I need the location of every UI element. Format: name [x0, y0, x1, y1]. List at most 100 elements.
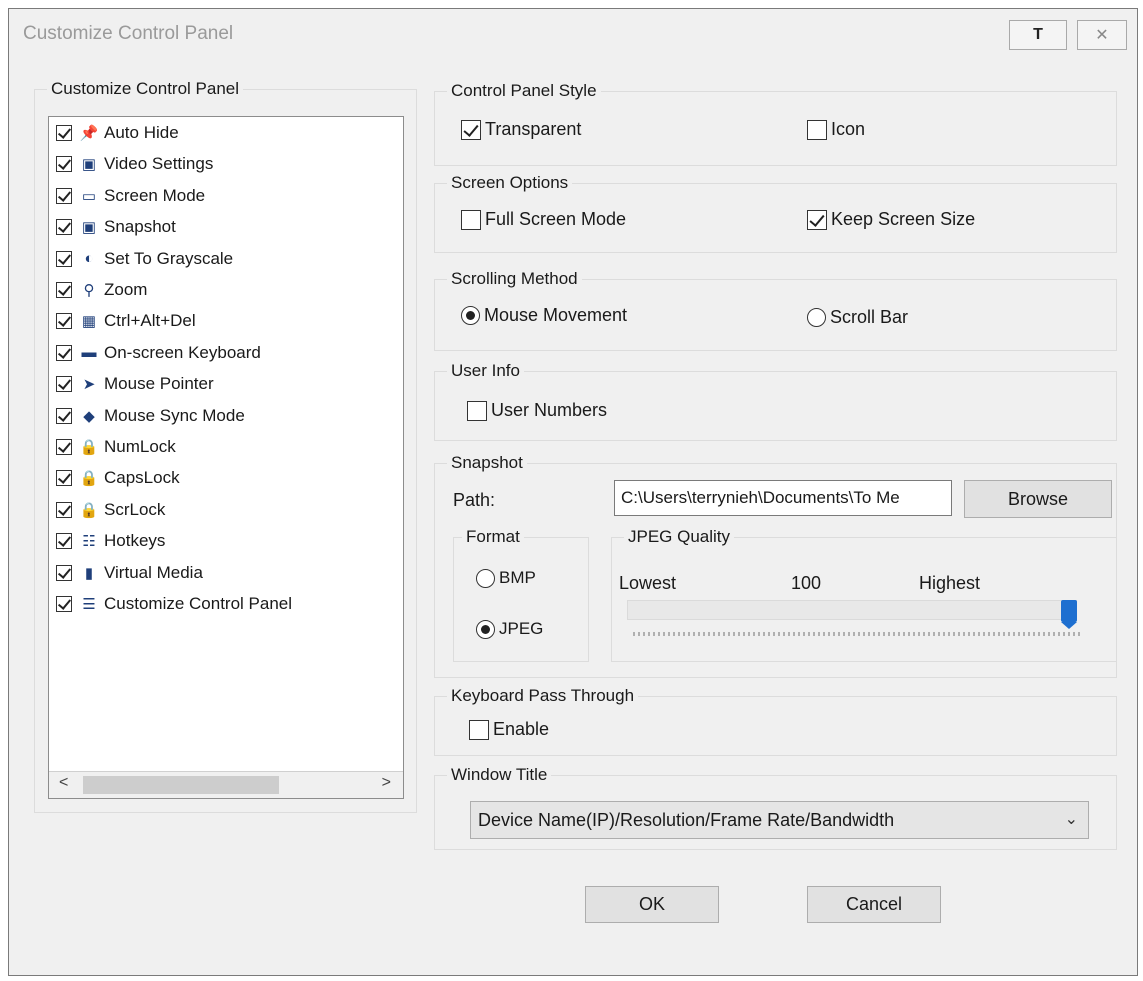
scroll-right-icon[interactable]: > — [382, 774, 391, 792]
mouse-movement-radio[interactable] — [461, 306, 480, 325]
video-settings-icon: ▣ — [81, 156, 97, 174]
list-item-label: Zoom — [104, 280, 148, 299]
path-label: Path: — [453, 490, 496, 510]
list-item-checkbox[interactable] — [56, 376, 72, 393]
list-item-checkbox[interactable] — [56, 156, 72, 173]
list-item-checkbox[interactable] — [56, 125, 72, 141]
usb-icon: ▮ — [84, 564, 94, 582]
list-item[interactable]: ▣ Snapshot — [56, 213, 176, 241]
icon-style-checkbox[interactable] — [807, 119, 827, 140]
fullscreen-option[interactable]: Full Screen Mode — [461, 209, 626, 230]
list-item-checkbox[interactable] — [56, 344, 72, 361]
customize-list[interactable]: ☰ Customize Control Panel ▮ Virtual Media ☷ H… — [48, 116, 404, 799]
sliders-icon: ☰ — [82, 596, 96, 613]
list-item-label: Video Settings — [104, 154, 214, 174]
bmp-option[interactable]: BMP — [476, 568, 536, 588]
browse-button[interactable]: Browse — [964, 480, 1112, 518]
scroll-bar-option[interactable]: Scroll Bar — [807, 307, 908, 328]
transparent-checkbox[interactable] — [461, 119, 481, 140]
list-item[interactable]: ➤ Mouse Pointer — [56, 370, 214, 398]
list-item[interactable]: ⚲ Zoom — [56, 276, 147, 304]
list-item[interactable]: 📌 Auto Hide — [56, 119, 179, 147]
list-item-checkbox[interactable] — [56, 219, 72, 236]
enable-checkbox[interactable] — [469, 719, 489, 740]
lock-icon: 🔒 — [79, 439, 99, 456]
list-item-label: NumLock — [104, 437, 176, 456]
pin-icon: 📌 — [79, 125, 99, 142]
scroll-bar-label: Scroll Bar — [830, 307, 909, 327]
slider-thumb[interactable] — [1061, 600, 1077, 629]
list-item-checkbox[interactable] — [56, 564, 72, 581]
list-item-checkbox[interactable] — [56, 250, 72, 267]
list-item[interactable]: 🔒 NumLock — [56, 433, 176, 461]
pin-button[interactable]: T — [1009, 20, 1067, 50]
keep-size-checkbox[interactable] — [807, 209, 827, 230]
transparent-label: Transparent — [485, 119, 582, 139]
user-numbers-checkbox[interactable] — [467, 400, 487, 421]
list-item[interactable]: 🔒 ScrLock — [56, 496, 165, 524]
window-title-select[interactable]: Device Name(IP)/Resolution/Frame Rate/Ba… — [470, 801, 1089, 839]
title-bar: Customize Control Panel T ✕ — [9, 9, 1137, 57]
jpeg-label: JPEG — [499, 619, 544, 638]
list-item-checkbox[interactable] — [56, 533, 72, 550]
list-item-checkbox[interactable] — [56, 470, 72, 487]
enable-option[interactable]: Enable — [469, 719, 549, 740]
list-item[interactable]: 🔒 CapsLock — [56, 464, 180, 492]
fullscreen-checkbox[interactable] — [461, 209, 481, 230]
scroll-bar-radio[interactable] — [807, 308, 826, 327]
list-item[interactable]: ▮ Virtual Media — [56, 559, 203, 587]
list-item-checkbox[interactable] — [56, 596, 72, 612]
list-item-label: ScrLock — [104, 499, 166, 519]
scrollbar-thumb[interactable] — [83, 776, 279, 794]
list-item[interactable]: ◐ Set To Grayscale — [56, 245, 233, 273]
list-item-label: On-screen Keyboard — [104, 342, 261, 362]
mouse-movement-option[interactable]: Mouse Movement — [461, 305, 627, 326]
format-group: Format — [453, 526, 589, 662]
close-icon[interactable]: ✕ — [1095, 25, 1108, 45]
icon-option[interactable]: Icon — [807, 119, 865, 140]
customize-group-label: Customize Control Panel — [47, 78, 244, 100]
list-item-label: Mouse Sync Mode — [104, 405, 245, 425]
user-numbers-option[interactable]: User Numbers — [467, 400, 607, 421]
keyboard-icon: ▬ — [81, 344, 97, 362]
window-title: Customize Control Panel — [23, 23, 234, 44]
keep-size-option[interactable]: Keep Screen Size — [807, 209, 975, 230]
keys-icon: ▦ — [81, 313, 97, 331]
format-group-label: Format — [462, 526, 524, 548]
list-item-checkbox[interactable] — [56, 313, 72, 330]
cancel-button[interactable]: Cancel — [807, 886, 941, 923]
list-item[interactable]: ☰ Customize Control Panel — [56, 590, 292, 618]
list-item[interactable]: ▬ On-screen Keyboard — [56, 339, 261, 367]
path-input[interactable]: C:\Users\terrynieh\Documents\To Me — [614, 480, 952, 516]
close-button[interactable]: ✕ — [1077, 20, 1127, 50]
screen-options-label: Screen Options — [447, 172, 573, 194]
list-item-label: Snapshot — [104, 217, 176, 237]
list-item-label: Virtual Media — [104, 562, 203, 582]
scroll-left-icon[interactable]: < — [59, 774, 68, 792]
list-item-label: Mouse Pointer — [104, 374, 214, 394]
jpeg-quality-label: JPEG Quality — [624, 526, 735, 548]
list-item-checkbox[interactable] — [56, 439, 72, 455]
list-item[interactable]: ☷ Hotkeys — [56, 527, 165, 555]
lowest-label: Lowest — [619, 573, 677, 593]
jpeg-quality-slider[interactable] — [627, 600, 1077, 620]
list-item-checkbox[interactable] — [56, 282, 72, 298]
ok-button[interactable]: OK — [585, 886, 719, 923]
list-item-label: Screen Mode — [104, 185, 206, 205]
list-item[interactable]: ◆ Mouse Sync Mode — [56, 402, 245, 430]
list-item-checkbox[interactable] — [56, 187, 72, 204]
transparent-option[interactable]: Transparent — [461, 119, 581, 140]
list-item[interactable]: ▣ Video Settings — [56, 150, 213, 178]
horizontal-scrollbar[interactable]: < > — [49, 771, 403, 798]
camera-icon: ▣ — [81, 219, 97, 237]
list-item[interactable]: ▭ Screen Mode — [56, 182, 205, 210]
bmp-radio[interactable] — [476, 568, 495, 588]
jpeg-option[interactable]: JPEG — [476, 619, 543, 639]
list-item-label: Hotkeys — [104, 531, 166, 551]
list-item-checkbox[interactable] — [56, 501, 72, 518]
chevron-down-icon[interactable]: ⌄ — [1065, 802, 1078, 838]
list-item-checkbox[interactable] — [56, 407, 72, 424]
list-item[interactable]: ▦ Ctrl+Alt+Del — [56, 307, 196, 335]
list-item-label: Set To Grayscale — [104, 248, 234, 268]
jpeg-radio[interactable] — [476, 619, 495, 639]
